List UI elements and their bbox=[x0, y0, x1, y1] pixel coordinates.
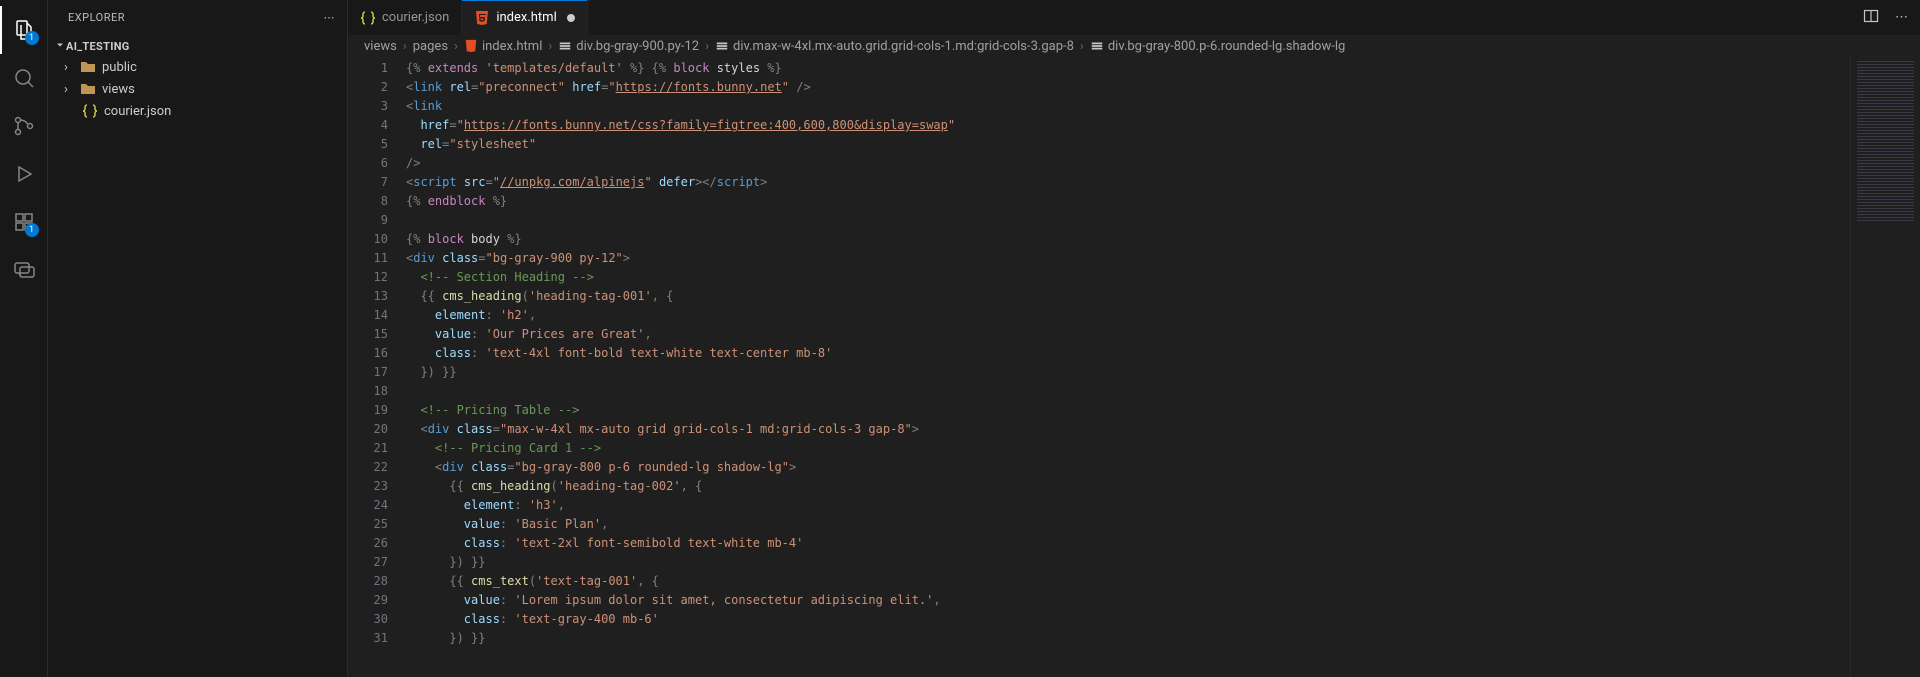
chevron-right-icon: › bbox=[705, 39, 709, 54]
source-control-icon[interactable] bbox=[0, 102, 48, 150]
breadcrumb-item[interactable]: index.html bbox=[464, 39, 542, 54]
code-content[interactable]: {% extends 'templates/default' %} {% blo… bbox=[406, 57, 1850, 677]
more-actions-icon[interactable]: ⋯ bbox=[1895, 10, 1908, 25]
chevron-right-icon: › bbox=[1080, 39, 1084, 54]
run-debug-icon[interactable] bbox=[0, 150, 48, 198]
sidebar-more-icon[interactable]: ⋯ bbox=[324, 11, 336, 24]
chevron-right-icon: › bbox=[454, 39, 458, 54]
chevron-right-icon: › bbox=[403, 39, 407, 54]
breadcrumb-item[interactable]: div.bg-gray-800.p-6.rounded-lg.shadow-lg bbox=[1090, 39, 1345, 54]
breadcrumb-item[interactable]: views bbox=[364, 39, 397, 54]
activity-bar: 1 1 bbox=[0, 0, 48, 677]
editor[interactable]: 1234567891011121314151617181920212223242… bbox=[348, 57, 1920, 677]
extensions-icon[interactable]: 1 bbox=[0, 198, 48, 246]
sidebar-header: EXPLORER ⋯ bbox=[48, 0, 347, 35]
tree-item-label: public bbox=[102, 60, 137, 75]
sidebar-title: EXPLORER bbox=[68, 11, 125, 24]
breadcrumb-item[interactable]: div.bg-gray-900.py-12 bbox=[558, 39, 699, 54]
search-icon[interactable] bbox=[0, 54, 48, 102]
extensions-badge: 1 bbox=[25, 223, 39, 237]
comments-icon[interactable] bbox=[0, 246, 48, 294]
tree-folder-public[interactable]: › public bbox=[48, 56, 347, 78]
tree-item-label: courier.json bbox=[104, 104, 171, 119]
editor-area: courier.json index.html ⋯ views › pages … bbox=[348, 0, 1920, 677]
folder-icon bbox=[80, 59, 96, 75]
tree-folder-views[interactable]: › views bbox=[48, 78, 347, 100]
chevron-down-icon bbox=[54, 39, 66, 54]
minimap[interactable] bbox=[1850, 57, 1920, 677]
tab-label: index.html bbox=[496, 10, 556, 25]
tree-root[interactable]: AI_TESTING bbox=[48, 37, 347, 56]
tab-courier-json[interactable]: courier.json bbox=[348, 0, 462, 35]
json-icon bbox=[360, 10, 376, 26]
tab-bar: courier.json index.html ⋯ bbox=[348, 0, 1920, 35]
breadcrumb-item[interactable]: div.max-w-4xl.mx-auto.grid.grid-cols-1.m… bbox=[715, 39, 1074, 54]
html-icon bbox=[474, 10, 490, 26]
breadcrumb-item[interactable]: pages bbox=[413, 39, 448, 54]
tab-actions: ⋯ bbox=[1851, 0, 1920, 35]
explorer-icon[interactable]: 1 bbox=[0, 6, 48, 54]
split-editor-icon[interactable] bbox=[1863, 8, 1879, 28]
minimap-canvas bbox=[1857, 61, 1914, 221]
line-gutter: 1234567891011121314151617181920212223242… bbox=[348, 57, 406, 677]
file-tree: AI_TESTING › public › views courier.json bbox=[48, 35, 347, 122]
tree-item-label: views bbox=[102, 82, 135, 97]
json-icon bbox=[82, 103, 98, 119]
dirty-indicator-icon bbox=[567, 14, 575, 22]
chevron-right-icon: › bbox=[64, 82, 80, 97]
tab-index-html[interactable]: index.html bbox=[462, 0, 587, 35]
chevron-right-icon: › bbox=[64, 60, 80, 75]
tree-file-courier-json[interactable]: courier.json bbox=[48, 100, 347, 122]
explorer-badge: 1 bbox=[25, 31, 39, 45]
breadcrumbs[interactable]: views › pages › index.html › div.bg-gray… bbox=[348, 35, 1920, 57]
chevron-right-icon: › bbox=[548, 39, 552, 54]
sidebar: EXPLORER ⋯ AI_TESTING › public › views c… bbox=[48, 0, 348, 677]
folder-icon bbox=[80, 81, 96, 97]
tree-root-label: AI_TESTING bbox=[66, 40, 130, 53]
tab-label: courier.json bbox=[382, 10, 449, 25]
